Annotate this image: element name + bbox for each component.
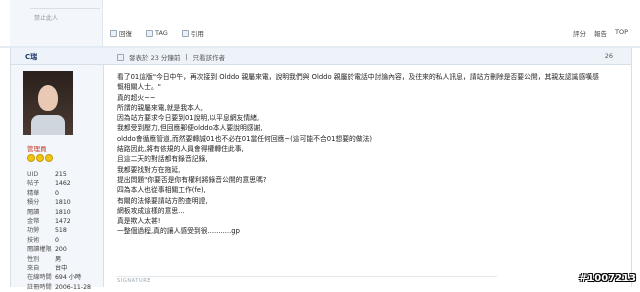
stat-label: 金幣 [27,217,40,225]
stat-row: UID 215 [27,170,99,179]
stat-row: 帖子 1462 [27,179,99,188]
post-line: 我都要找對方在拖延, [117,165,181,174]
stat-value: 0 [55,189,59,197]
stat-label: 性別 [27,255,40,263]
top-link[interactable]: TOP [615,28,628,38]
stat-value: 男 [55,255,62,263]
star-icon [27,154,35,162]
view-author-only-link[interactable]: 只看該作者 [193,52,226,62]
user-stats: UID 215 帖子 1462 精華 0 積分 1810 閱讀 1810 金幣 1472 功勞 518 技術… [27,170,99,292]
stat-row: 功勞 518 [27,226,99,235]
post-line: 且這二天的對話都有錄音記錄, [117,155,208,164]
stat-row: 技術 0 [27,236,99,245]
stat-row: 閱讀權限 200 [27,245,99,254]
stat-row: 積分 1810 [27,198,99,207]
post-line: 因為站方要求今日要到01說明,以平息網友情緒, [117,114,260,123]
stat-value: 0 [55,236,59,244]
post-line: 提出問題"你要否是你有權利將錄音公開的意思嗎? [117,175,267,184]
post-content: 看了01這版"今日中午，再次接到 Olddo 親屬來電，說明我們與 Olddo … [117,72,617,237]
ban-user-link[interactable]: 禁止此人 [34,13,58,22]
divider [30,8,100,9]
rate-link[interactable]: 評分 [573,28,586,38]
previous-post-sidebar: 禁止此人 [10,0,103,46]
tag-icon [146,29,153,37]
stat-label: 來自 [27,264,40,272]
post-line: 有關的法條要請站方酌查明證, [117,196,208,205]
stat-value: 1462 [55,180,71,188]
stat-label: UID [27,171,39,178]
stat-row: 在線時間 694 小時 [27,273,99,282]
rank-stars [27,154,53,162]
post-line: 結路因此,將有依規的人員會得權轉住此事, [117,145,244,154]
stat-label: 帖子 [27,180,40,188]
stat-row: 來自 台中 [27,264,99,273]
stat-value: 200 [55,246,67,254]
report-link[interactable]: 報告 [594,28,607,38]
post-line: 真是欺人太甚! [117,217,161,226]
stat-value: 694 小時 [55,274,82,282]
previous-post-footer: 禁止此人 回復 TAG 引用 評分 報告 TOP [0,0,640,46]
stat-value: 台中 [55,264,68,272]
post-line: 真的超火~~ [117,93,156,102]
post-time: 發表於 23 分鐘前 [129,54,181,62]
forum-post: C瑞 管理員 UID 215 帖子 1462 精華 0 積分 1810 閱讀 1810 金幣 1472… [10,48,632,291]
reply-icon [110,29,117,37]
star-icon [45,154,53,162]
stat-value: 1810 [55,199,71,207]
stat-label: 閱讀權限 [27,246,52,254]
stat-row: 精華 0 [27,189,99,198]
post-links: 評分 報告 TOP [573,28,628,38]
stat-value: 2006-11-28 [55,283,91,291]
post-line: 慨相關人士。" [117,83,161,92]
post-line: olddo會循應管道,而然要轉誠01也不必在01當任何回應~(這可能不合01想要… [117,134,373,143]
post-line: 所謂的親屬來電,就是我本人, [117,103,203,112]
stat-value: 1472 [55,217,71,225]
username[interactable]: C瑞 [25,52,37,62]
post-line: 看了01這版"今日中午，再次接到 Olddo 親屬來電，說明我們與 Olddo … [117,73,599,81]
stat-value: 1810 [55,208,71,216]
stat-label: 積分 [27,199,40,207]
stat-row: 閱讀 1810 [27,208,99,217]
stat-value: 518 [55,227,67,235]
signature-label: SIGNATURE [117,278,152,284]
stat-label: 閱讀 [27,208,40,216]
post-meta: 發表於 23 分鐘前 | 只看該作者 [117,52,225,62]
post-icon [117,53,124,61]
watermark: #1007213 [578,273,636,284]
user-rank: 管理員 [27,145,47,153]
post-line: 網板攻成這樣的意思... [117,206,185,215]
quote-icon [181,29,189,37]
signature-divider [117,276,497,277]
user-sidebar: 管理員 UID 215 帖子 1462 精華 0 積分 1810 閱讀 1810 金幣 1472 功勞 5… [11,65,104,291]
stat-row: 性別 男 [27,255,99,264]
stat-label: 技術 [27,236,40,244]
star-icon [36,154,44,162]
stat-row: 註冊時間 2006-11-28 [27,283,99,292]
avatar[interactable] [23,71,73,135]
post-header: C瑞 [11,48,631,65]
quote-button[interactable]: 引用 [181,28,204,38]
post-line: 四為本人也從事相關工作(fe), [117,186,206,195]
stat-label: 註冊時間 [27,283,52,291]
tag-button[interactable]: TAG [146,29,168,37]
stat-row: 金幣 1472 [27,217,99,226]
stat-label: 精華 [27,189,40,197]
post-actions: 回復 TAG 引用 [110,28,204,38]
post-number[interactable]: 26 [605,52,613,60]
post-line: 我都受到壓力,但回應郵便olddo本人要說明感謝, [117,124,263,133]
stat-label: 功勞 [27,227,40,235]
post-line: 一整個過程,真的讓人感受到很...........gp [117,227,240,236]
reply-button[interactable]: 回復 [110,28,132,38]
stat-label: 在線時間 [27,274,52,282]
stat-value: 215 [55,171,67,178]
